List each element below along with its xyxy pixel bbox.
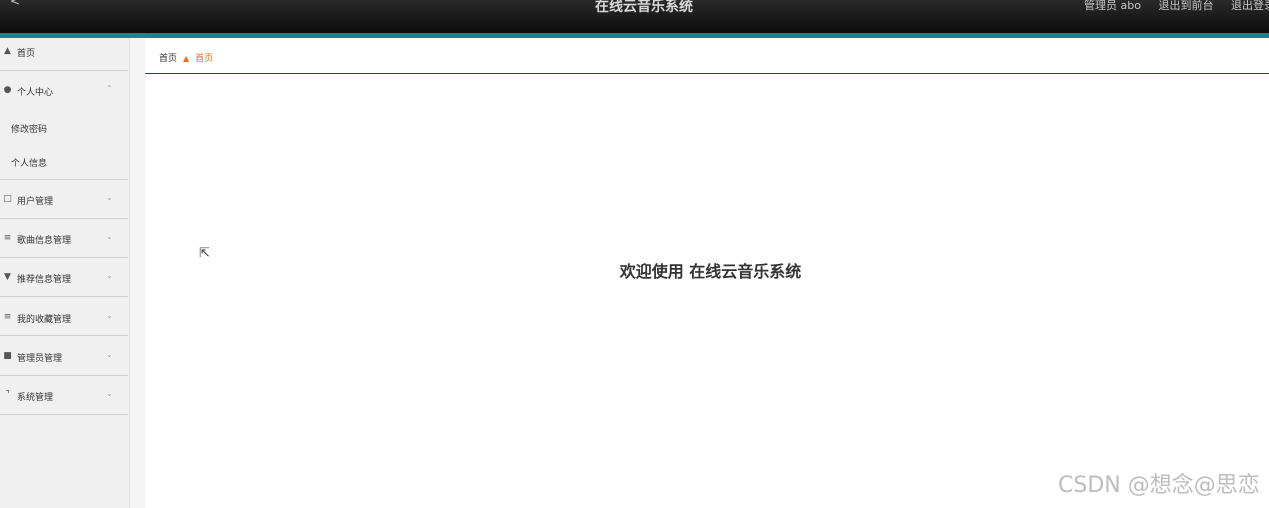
chevron-down-icon: ⌄ <box>106 271 113 280</box>
divider <box>0 414 128 415</box>
accent-bar <box>0 33 1269 38</box>
sidebar-item-label: 我的收藏管理 <box>17 315 72 325</box>
expand-icon: □ <box>3 194 12 204</box>
list-icon: ≡ <box>3 233 12 243</box>
breadcrumb: 首页 ▲ 首页 <box>159 51 213 64</box>
sidebar-item-label: 管理员管理 <box>17 354 63 364</box>
divider <box>0 179 128 180</box>
sidebar-item-label: 个人中心 <box>17 88 54 98</box>
crop-icon: ⌝ <box>5 390 10 400</box>
sliders-icon: ≡ <box>3 312 12 322</box>
breadcrumb-current: 首页 <box>195 54 214 64</box>
divider <box>0 375 128 376</box>
sidebar-item-label: 歌曲信息管理 <box>17 236 72 246</box>
home-icon: ▲ <box>183 54 190 63</box>
chevron-down-icon: ⌄ <box>106 389 113 398</box>
divider <box>0 218 128 219</box>
logout-link[interactable]: 退出登录 <box>1231 0 1269 12</box>
sidebar-subitem-personal-info[interactable]: 个人信息 <box>11 156 47 169</box>
sidebar-item-label: 首页 <box>17 49 36 59</box>
watermark: CSDN @想念@思恋 <box>1058 473 1260 498</box>
user-icon: ● <box>3 85 12 95</box>
sidebar: ▲ 首页 ● 个人中心 ⌃ 修改密码 个人信息 □ 用户管理 ⌄ ≡ 歌曲信息管… <box>0 38 130 508</box>
content-gutter <box>130 38 145 508</box>
breadcrumb-home-link[interactable]: 首页 <box>159 54 177 64</box>
header-actions: 管理员 abo 退出到前台 退出登录 <box>1070 0 1269 12</box>
home-icon: ▲ <box>4 46 11 56</box>
sidebar-subitem-change-password[interactable]: 修改密码 <box>11 122 47 135</box>
user-label: 管理员 abo <box>1084 0 1141 12</box>
divider <box>0 335 128 336</box>
recommend-icon: ▼ <box>4 272 11 282</box>
divider <box>0 257 128 258</box>
sidebar-item-label: 推荐信息管理 <box>17 275 72 285</box>
chevron-up-icon: ⌃ <box>106 84 113 93</box>
divider <box>0 296 128 297</box>
checkbox-icon: ■ <box>3 351 12 361</box>
sidebar-item-label: 用户管理 <box>17 197 54 207</box>
chevron-down-icon: ⌄ <box>106 193 113 202</box>
mouse-cursor-icon: ⇱ <box>199 246 210 261</box>
chevron-down-icon: ⌄ <box>106 311 113 320</box>
sidebar-item-label: 系统管理 <box>17 393 54 403</box>
welcome-message: 欢迎使用 在线云音乐系统 <box>619 262 802 281</box>
chevron-down-icon: ⌄ <box>106 350 113 359</box>
breadcrumb-divider <box>145 73 1269 74</box>
chevron-down-icon: ⌄ <box>106 232 113 241</box>
exit-to-front-link[interactable]: 退出到前台 <box>1159 0 1214 12</box>
top-navbar: < 在线云音乐系统 管理员 abo 退出到前台 退出登录 <box>0 0 1269 33</box>
divider <box>0 70 128 71</box>
